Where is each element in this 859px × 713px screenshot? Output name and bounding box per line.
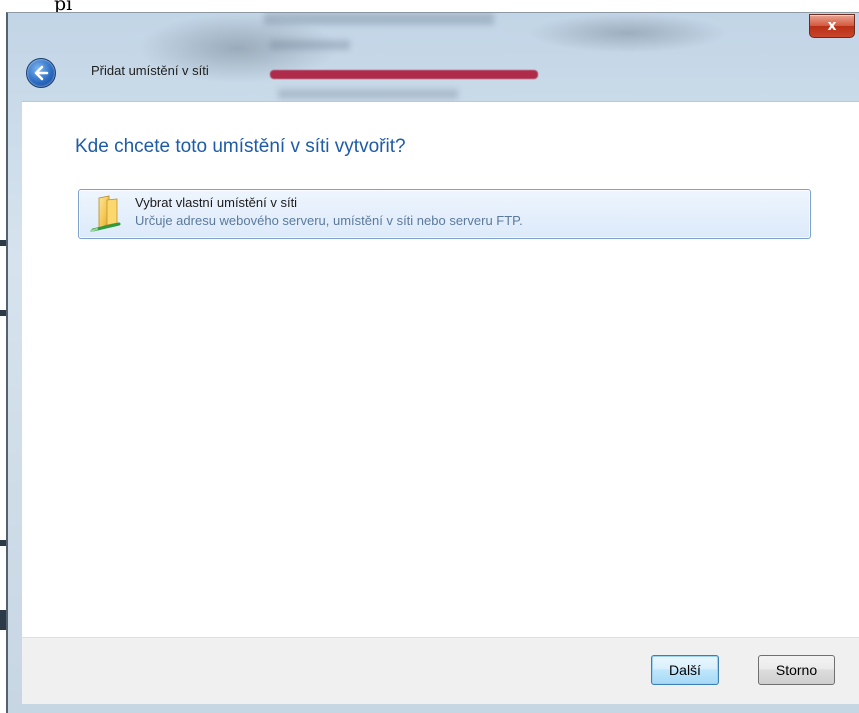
dialog-title: Přidat umístění v síti (91, 63, 209, 78)
choose-custom-location-option[interactable]: Vybrat vlastní umístění v síti Určuje ad… (78, 189, 811, 239)
back-arrow-icon (34, 65, 49, 81)
frame-blur (528, 13, 728, 53)
dialog-footer: Další Storno (22, 637, 859, 704)
frame-blur-text (278, 89, 458, 99)
content-area: Kde chcete toto umístění v síti vytvořit… (22, 101, 859, 638)
cancel-button[interactable]: Storno (758, 655, 835, 685)
add-network-location-dialog: x Přidat umístění v síti Kde chcete toto… (6, 12, 859, 713)
frame-blur-text (264, 13, 494, 25)
back-button[interactable] (26, 58, 56, 88)
option-title: Vybrat vlastní umístění v síti (135, 195, 298, 210)
frame-blur-red-bar (270, 70, 538, 79)
window-frame: x Přidat umístění v síti Kde chcete toto… (6, 12, 859, 713)
close-button[interactable]: x (809, 14, 855, 38)
folder-network-icon (90, 195, 121, 232)
close-icon: x (827, 18, 837, 34)
option-description: Určuje adresu webového serveru, umístění… (135, 213, 523, 228)
page-heading: Kde chcete toto umístění v síti vytvořit… (75, 136, 406, 157)
next-button[interactable]: Další (651, 655, 719, 685)
frame-blur-text (270, 40, 350, 50)
